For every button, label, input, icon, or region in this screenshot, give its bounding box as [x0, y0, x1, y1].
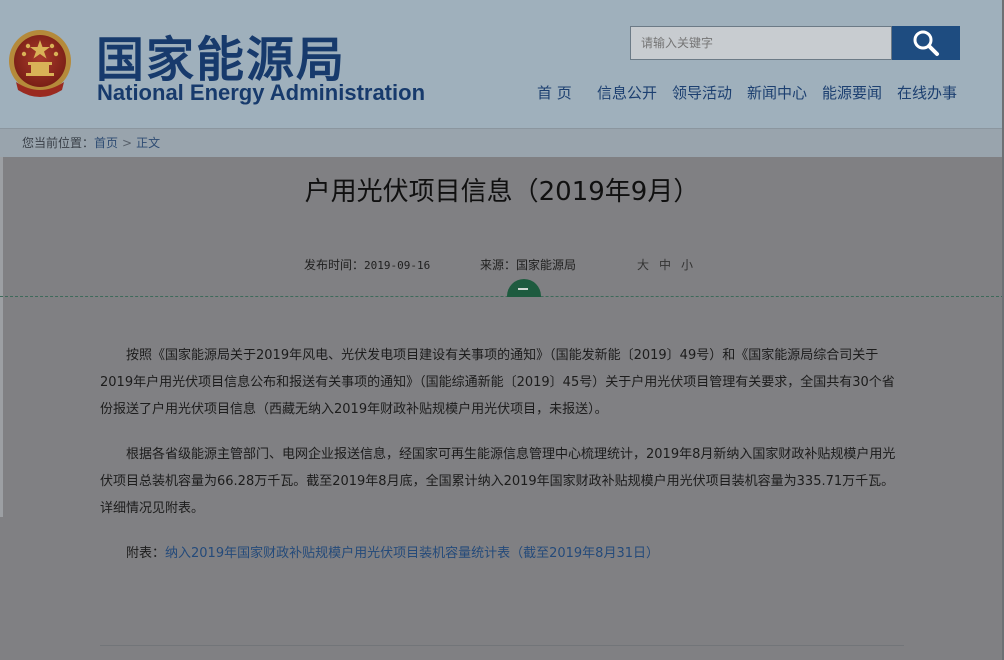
article-title: 户用光伏项目信息（2019年9月） — [304, 177, 700, 207]
nav-news-center[interactable]: 新闻中心 — [747, 82, 807, 103]
article-paragraph: 根据各省级能源主管部门、电网企业报送信息，经国家可再生能源信息管理中心梳理统计，… — [100, 447, 896, 516]
attachment-link[interactable]: 纳入2019年国家财政补贴规模户用光伏项目装机容量统计表（截至2019年8月31… — [165, 546, 659, 561]
font-size-large[interactable]: 大 — [637, 258, 649, 272]
divider-line — [0, 296, 1004, 297]
font-size-control: 大中小 — [637, 256, 703, 273]
article-body: 按照《国家能源局关于2019年风电、光伏发电项目建设有关事项的通知》（国能发新能… — [100, 342, 904, 585]
main-nav: 首 页 信息公开 领导活动 新闻中心 能源要闻 在线办事 — [0, 82, 1004, 104]
breadcrumb-bar: 您当前位置：首页 > 正文 — [0, 128, 1004, 158]
breadcrumb-current[interactable]: 正文 — [136, 136, 160, 150]
nav-home[interactable]: 首 页 — [537, 82, 572, 103]
breadcrumb-separator: > — [122, 136, 133, 150]
article-source: 来源：国家能源局 — [480, 256, 576, 273]
divider-knob-icon — [507, 279, 541, 297]
article: 户用光伏项目信息（2019年9月） 发布时间：2019-09-16 来源：国家能… — [0, 157, 1004, 660]
nav-info-disclosure[interactable]: 信息公开 — [597, 82, 657, 103]
search-button[interactable] — [892, 26, 960, 60]
breadcrumb-home[interactable]: 首页 — [94, 136, 118, 150]
search-input[interactable] — [630, 26, 892, 60]
nav-leader-activities[interactable]: 领导活动 — [672, 82, 732, 103]
publish-date: 发布时间：2019-09-16 — [304, 256, 430, 273]
publish-date-label: 发布时间： — [304, 258, 365, 272]
font-size-medium[interactable]: 中 — [659, 258, 671, 272]
source-value: 国家能源局 — [516, 258, 577, 272]
attachment-line: 附表：纳入2019年国家财政补贴规模户用光伏项目装机容量统计表（截至2019年8… — [100, 540, 904, 567]
publish-date-value: 2019-09-16 — [364, 259, 431, 272]
article-paragraph: 按照《国家能源局关于2019年风电、光伏发电项目建设有关事项的通知》（国能发新能… — [100, 348, 895, 417]
breadcrumb-prefix: 您当前位置： — [22, 136, 95, 150]
attachment-label: 附表： — [126, 546, 166, 561]
breadcrumb: 您当前位置：首页 > 正文 — [22, 134, 160, 151]
side-edge — [0, 157, 3, 517]
bottom-divider — [100, 645, 904, 646]
site-header: 国家能源局 National Energy Administration 首 页… — [0, 0, 1004, 128]
source-label: 来源： — [480, 258, 517, 272]
search-icon — [913, 30, 939, 56]
nav-energy-news[interactable]: 能源要闻 — [822, 82, 882, 103]
nav-online-services[interactable]: 在线办事 — [897, 82, 957, 103]
font-size-small[interactable]: 小 — [681, 258, 693, 272]
